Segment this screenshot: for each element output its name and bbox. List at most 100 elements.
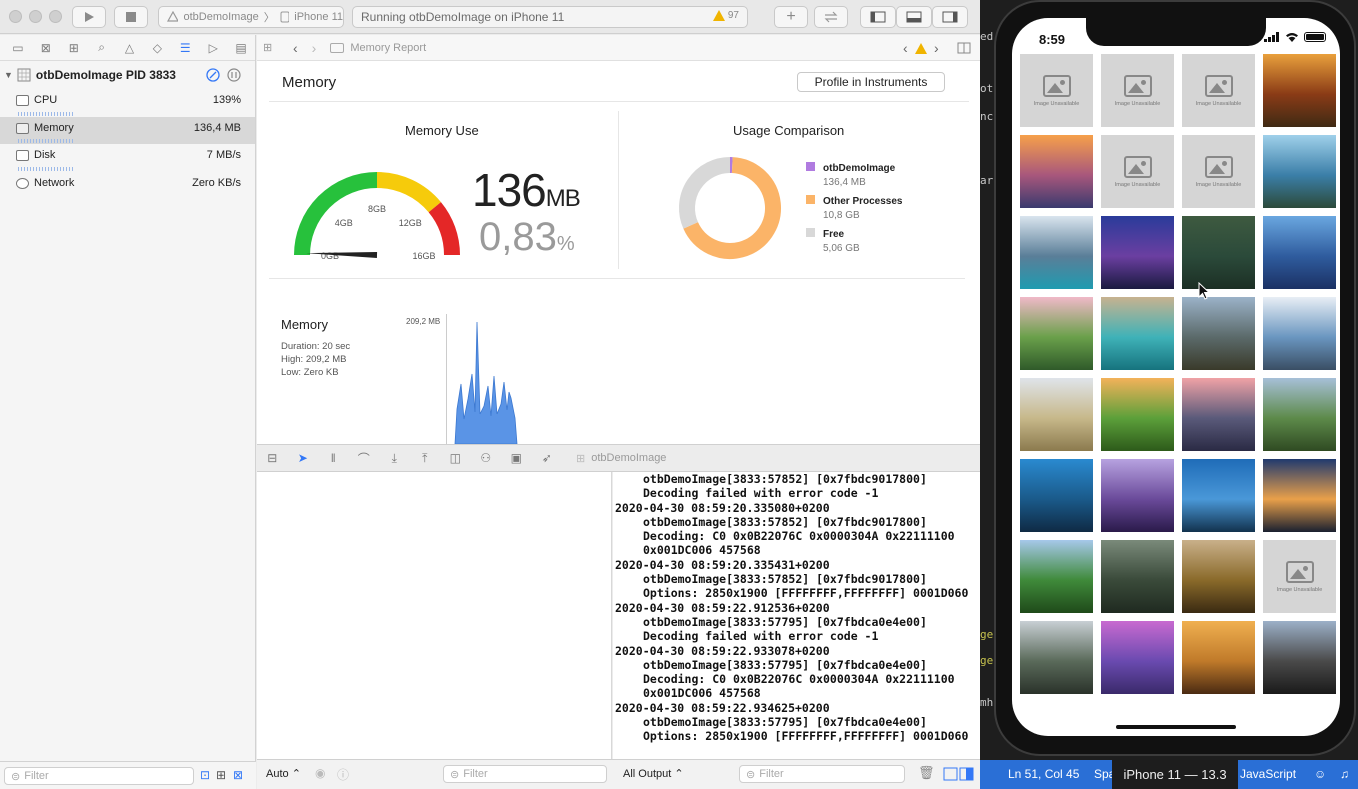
language-mode[interactable]: JavaScript [1240, 767, 1296, 781]
variables-scope-selector[interactable]: Auto ⌃ [266, 767, 301, 780]
cursor-position[interactable]: Ln 51, Col 45 [1008, 767, 1079, 781]
output-selector[interactable]: All Output ⌃ [623, 767, 684, 780]
test-navigator-icon[interactable]: ◇ [143, 35, 171, 61]
image-cell[interactable] [1101, 621, 1174, 694]
code-review-button[interactable] [814, 6, 848, 28]
image-cell[interactable] [1263, 378, 1336, 451]
step-into-icon[interactable]: ⤓ [379, 445, 410, 471]
report-navigator-icon[interactable]: ▤ [227, 35, 255, 61]
image-cell[interactable] [1263, 297, 1336, 370]
back-arrow-icon[interactable]: ‹ [293, 40, 298, 56]
eye-icon[interactable]: ◉ [315, 766, 325, 780]
filter-option-icon-2[interactable]: ⊞ [216, 768, 226, 782]
filter-option-icon-3[interactable]: ⊠ [233, 768, 243, 782]
image-cell[interactable]: Image Unavailable [1101, 135, 1174, 208]
console-filter-field[interactable]: ⊜ Filter [739, 765, 905, 783]
scheme-selector[interactable]: otbDemoImage 〉 iPhone 11 [158, 6, 344, 28]
gauge-memory[interactable]: Memory 136,4 MB [0, 116, 255, 144]
image-cell[interactable] [1263, 621, 1336, 694]
image-cell[interactable] [1101, 297, 1174, 370]
close-window-button[interactable] [9, 10, 22, 23]
stop-button[interactable] [114, 6, 148, 28]
process-row[interactable]: ▼ otbDemoImage PID 3833 [0, 61, 255, 89]
zoom-window-button[interactable] [49, 10, 62, 23]
image-cell[interactable] [1263, 216, 1336, 289]
breakpoints-toggle-icon[interactable]: ➤ [288, 445, 319, 471]
image-cell[interactable] [1263, 135, 1336, 208]
issue-navigator-icon[interactable]: △ [116, 35, 144, 61]
hide-debug-area-icon[interactable]: ⊟ [257, 445, 288, 471]
minimize-window-button[interactable] [29, 10, 42, 23]
library-button[interactable]: + [774, 6, 808, 28]
image-cell[interactable] [1101, 459, 1174, 532]
image-cell[interactable] [1020, 621, 1093, 694]
image-cell[interactable] [1020, 216, 1093, 289]
pause-icon[interactable]: ‖ [318, 445, 349, 471]
source-control-icon[interactable]: ⊠ [32, 35, 60, 61]
notifications-bell-icon[interactable]: ♫ [1340, 767, 1349, 781]
trash-icon[interactable]: 🗑 [918, 765, 935, 781]
navigator-filter-field[interactable]: ⊜ Filter [4, 767, 194, 785]
thread-list-icon[interactable] [227, 68, 241, 82]
variables-filter-field[interactable]: ⊜ Filter [443, 765, 607, 783]
related-items-icon[interactable]: ⊞ [263, 41, 281, 54]
gauge-network[interactable]: Network Zero KB/s [0, 172, 255, 200]
disclosure-triangle-icon[interactable]: ▼ [4, 70, 13, 80]
feedback-icon[interactable]: ☺ [1314, 767, 1326, 781]
image-cell[interactable] [1263, 54, 1336, 127]
breadcrumb[interactable]: Memory Report [350, 42, 426, 54]
image-cell[interactable] [1182, 621, 1255, 694]
filter-option-icon-1[interactable]: ⊡ [200, 768, 210, 782]
issue-next-icon[interactable]: › [934, 40, 939, 56]
gauges-toggle-icon[interactable] [206, 68, 220, 82]
image-cell[interactable] [1182, 459, 1255, 532]
breakpoint-navigator-icon[interactable]: ▷ [199, 35, 227, 61]
issue-prev-icon[interactable]: ‹ [903, 40, 908, 56]
environment-overrides-icon[interactable]: ▣ [501, 445, 532, 471]
view-hierarchy-icon[interactable]: ◫ [440, 445, 471, 471]
image-cell[interactable]: Image Unavailable [1263, 540, 1336, 613]
step-out-icon[interactable]: ⤒ [410, 445, 441, 471]
profile-in-instruments-button[interactable]: Profile in Instruments [797, 72, 945, 92]
image-cell[interactable] [1263, 459, 1336, 532]
forward-arrow-icon[interactable]: › [312, 40, 317, 56]
split-editor-icon[interactable] [957, 42, 971, 54]
image-cell[interactable] [1020, 378, 1093, 451]
console-output[interactable]: otbDemoImage[3833:57852] [0x7fbdc9017800… [613, 472, 980, 759]
image-cell[interactable] [1020, 540, 1093, 613]
step-over-icon[interactable]: ⌒ [349, 445, 380, 471]
memory-graph-icon[interactable]: ⚇ [471, 445, 502, 471]
info-icon[interactable]: ⓘ [337, 766, 349, 783]
image-cell[interactable]: Image Unavailable [1020, 54, 1093, 127]
toggle-navigator-button[interactable] [860, 6, 896, 28]
image-cell[interactable] [1020, 459, 1093, 532]
debug-process-name[interactable]: otbDemoImage [591, 452, 666, 464]
find-navigator-icon[interactable]: ⌕ [88, 35, 116, 61]
image-cell[interactable] [1020, 135, 1093, 208]
image-cell[interactable] [1101, 378, 1174, 451]
gauge-disk[interactable]: Disk 7 MB/s [0, 144, 255, 172]
split-console-icon[interactable] [943, 767, 975, 781]
warning-icon[interactable] [915, 43, 927, 54]
run-button[interactable] [72, 6, 106, 28]
variables-view[interactable] [257, 472, 612, 759]
image-cell[interactable] [1182, 378, 1255, 451]
project-navigator-icon[interactable]: ▭ [4, 35, 32, 61]
warnings-indicator[interactable]: 97 [712, 10, 739, 21]
image-cell[interactable] [1101, 540, 1174, 613]
image-cell[interactable] [1020, 297, 1093, 370]
toggle-inspector-button[interactable] [932, 6, 968, 28]
toggle-debug-area-button[interactable] [896, 6, 932, 28]
simulate-location-icon[interactable]: ➶ [532, 445, 563, 471]
image-cell[interactable] [1182, 216, 1255, 289]
home-indicator[interactable] [1116, 725, 1236, 729]
image-cell[interactable]: Image Unavailable [1182, 54, 1255, 127]
symbol-navigator-icon[interactable]: ⊞ [60, 35, 88, 61]
image-cell[interactable]: Image Unavailable [1101, 54, 1174, 127]
debug-navigator-icon[interactable]: ☰ [171, 35, 199, 61]
gauge-cpu[interactable]: CPU 139% [0, 89, 255, 117]
image-cell[interactable] [1182, 297, 1255, 370]
image-cell[interactable]: Image Unavailable [1182, 135, 1255, 208]
image-cell[interactable] [1182, 540, 1255, 613]
image-cell[interactable] [1101, 216, 1174, 289]
